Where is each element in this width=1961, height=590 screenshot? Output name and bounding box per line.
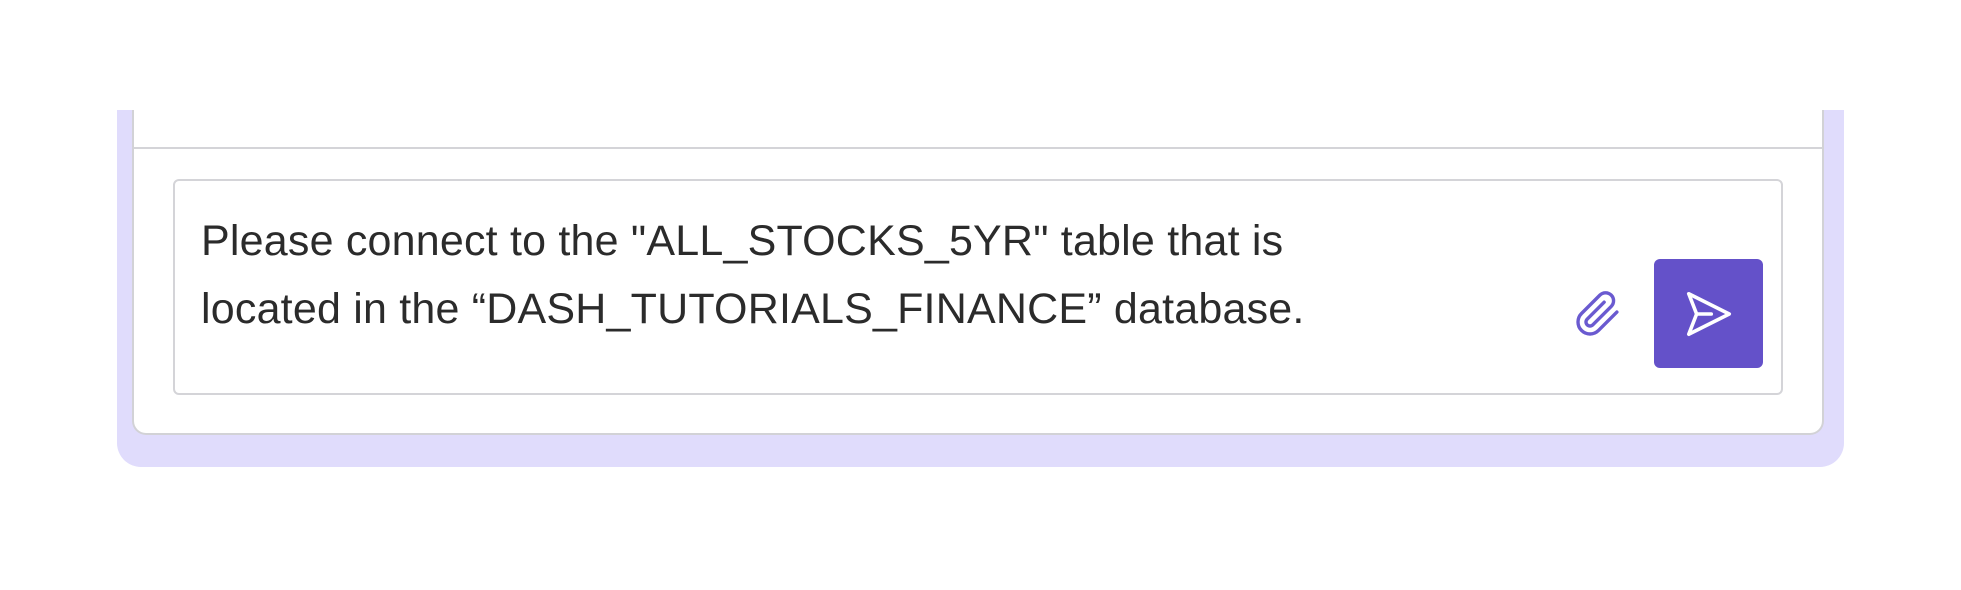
message-line-2: located in the “DASH_TUTORIALS_FINANCE” … <box>201 285 1305 333</box>
message-input[interactable]: Please connect to the "ALL_STOCKS_5YR" t… <box>173 179 1783 395</box>
paperclip-icon <box>1576 291 1619 336</box>
attach-button[interactable] <box>1573 289 1623 339</box>
chat-card: Please connect to the "ALL_STOCKS_5YR" t… <box>132 110 1824 435</box>
message-line-1: Please connect to the "ALL_STOCKS_5YR" t… <box>201 217 1284 265</box>
message-input-text[interactable]: Please connect to the "ALL_STOCKS_5YR" t… <box>201 207 1531 343</box>
divider <box>134 147 1822 149</box>
chat-panel: Please connect to the "ALL_STOCKS_5YR" t… <box>0 0 1961 590</box>
send-icon <box>1686 291 1731 336</box>
send-button[interactable] <box>1654 259 1763 368</box>
